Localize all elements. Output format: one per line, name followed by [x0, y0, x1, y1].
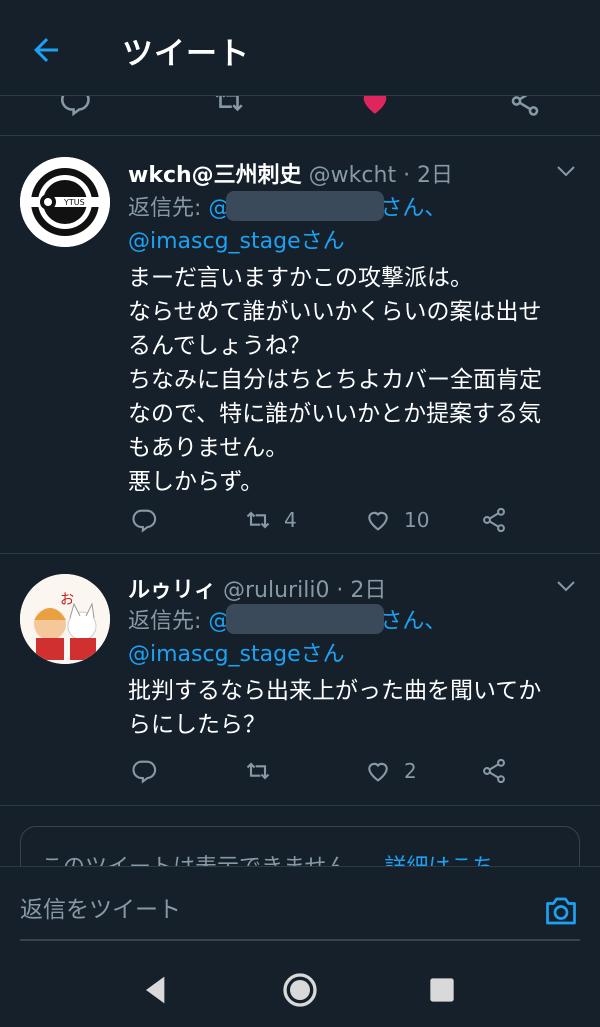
share-icon — [483, 507, 505, 533]
nav-recents-icon[interactable] — [422, 970, 462, 1010]
avatar[interactable]: お — [20, 574, 110, 664]
retweet-button[interactable] — [244, 754, 272, 788]
tweet-line: まーだ言いますかこの攻撃派は。 — [128, 265, 473, 291]
avatar[interactable]: YTUS — [20, 157, 110, 247]
nav-home-icon[interactable] — [280, 970, 320, 1010]
tweet-line: ちなみに自分はちとちよカバー全面肯定 — [128, 367, 542, 393]
reply-bar: 返信をツイート — [0, 866, 600, 950]
reply-to-user-link[interactable]: @ さん、 — [208, 604, 446, 634]
camera-icon[interactable] — [542, 893, 580, 929]
reply-to-stage-link[interactable]: @imascg_stageさん — [128, 229, 345, 254]
reply-button[interactable] — [130, 754, 158, 788]
reply-to-stage-link[interactable]: @imascg_stageさん — [128, 642, 345, 667]
reply-icon — [132, 760, 157, 784]
reply-input[interactable]: 返信をツイート — [20, 891, 580, 941]
heart-filled-icon[interactable] — [358, 96, 392, 118]
reply-button[interactable] — [130, 503, 158, 537]
chevron-down-icon[interactable] — [554, 574, 578, 598]
redacted-username — [226, 604, 385, 634]
retweet-icon[interactable] — [212, 96, 246, 118]
reply-to: 返信先: @ さん、 — [128, 191, 446, 226]
tweet-line: 批判するなら出来上がった曲を聞いてか — [128, 678, 542, 704]
handle-time: @rulurili0 · 2日 — [223, 578, 387, 603]
reply-to-second: @imascg_stageさん — [128, 225, 345, 259]
tweet-line: らにしたら？ — [128, 712, 266, 738]
svg-text:YTUS: YTUS — [63, 198, 85, 207]
tweet-line: るんでしょうね？ — [128, 333, 311, 359]
display-name[interactable]: ルゥリィ — [128, 578, 216, 603]
tweet-line: もありません。 — [128, 435, 289, 461]
share-icon[interactable] — [508, 96, 542, 118]
reply-to: 返信先: @ さん、 — [128, 604, 446, 639]
retweet-icon — [246, 511, 270, 529]
handle-time: @wkcht · 2日 — [308, 163, 454, 188]
tweet-item[interactable]: YTUS wkch@三州刺史 @wkcht · 2日 返信先: @ さん、 @im… — [0, 137, 600, 554]
like-button[interactable]: 10 — [364, 503, 429, 537]
retweet-icon — [246, 762, 270, 780]
cytus-logo-icon: YTUS — [20, 157, 110, 247]
previous-tweet-actions — [0, 96, 600, 136]
nav-back-icon[interactable] — [136, 970, 176, 1010]
like-count: 10 — [404, 508, 430, 532]
svg-text:お: お — [60, 592, 74, 608]
tweet-line: ならせめて誰がいいかくらいの案は出せ — [128, 299, 542, 325]
tweet-line: 悪しからず。 — [128, 469, 264, 495]
retweet-button[interactable]: 4 — [244, 503, 297, 537]
tweet-item[interactable]: お ルゥリィ @rulurili0 · 2日 返信先: @ さん、 @imascg… — [0, 554, 600, 806]
reply-icon — [132, 509, 157, 533]
tweet-actions: 2 — [128, 754, 528, 788]
display-name[interactable]: wkch@三州刺史 — [128, 163, 302, 188]
heart-icon — [368, 511, 388, 531]
tweet-actions: 4 10 — [128, 503, 528, 537]
like-button[interactable]: 2 — [364, 754, 417, 788]
chevron-down-icon[interactable] — [554, 159, 578, 183]
system-nav-bar — [0, 950, 600, 1027]
tweet-line: なので、特に誰がいいかとか提案する気 — [128, 401, 542, 427]
top-bar: ツイート — [0, 0, 600, 96]
tweet-body: まーだ言いますかこの攻撃派は。 ならせめて誰がいいかくらいの案は出せ るんでしょ… — [128, 261, 588, 499]
redacted-username — [226, 191, 385, 221]
anime-avatar-icon: お — [20, 574, 110, 664]
reply-to-label: 返信先: — [128, 196, 202, 221]
tweet-body: 批判するなら出来上がった曲を聞いてか らにしたら？ — [128, 674, 588, 742]
tweet-header: ルゥリィ @rulurili0 · 2日 — [128, 572, 386, 604]
share-icon — [483, 758, 505, 784]
page-title: ツイート — [122, 36, 250, 72]
reply-icon[interactable] — [58, 96, 92, 118]
tweet-header: wkch@三州刺史 @wkcht · 2日 — [128, 157, 453, 189]
reply-to-user-link[interactable]: @ さん、 — [208, 191, 446, 221]
reply-to-second: @imascg_stageさん — [128, 638, 345, 672]
retweet-count: 4 — [284, 508, 297, 532]
heart-icon — [368, 762, 388, 782]
share-button[interactable] — [480, 503, 508, 537]
share-button[interactable] — [480, 754, 508, 788]
reply-to-label: 返信先: — [128, 609, 202, 634]
like-count: 2 — [404, 759, 417, 783]
arrow-left-icon[interactable] — [28, 32, 64, 68]
